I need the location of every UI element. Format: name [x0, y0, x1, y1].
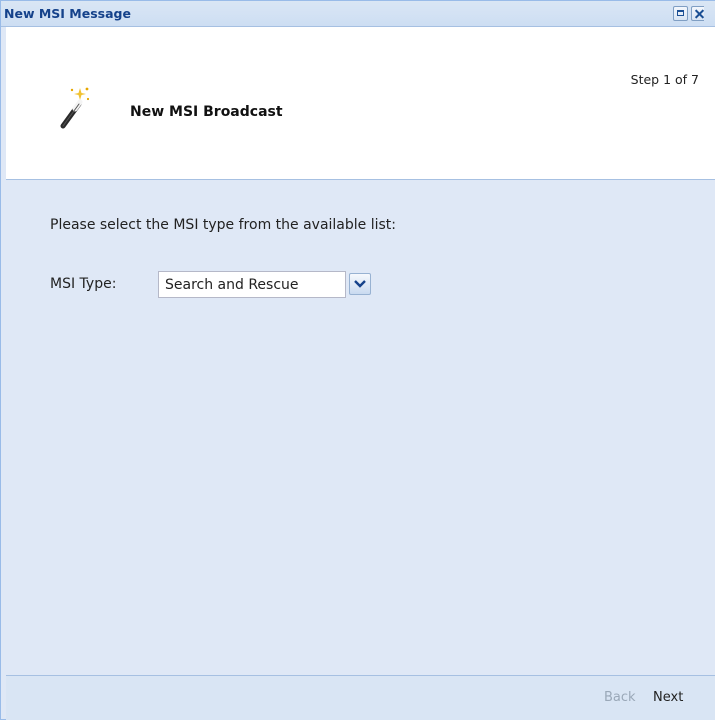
- next-button[interactable]: Next: [653, 690, 683, 705]
- wizard-body: Please select the MSI type from the avai…: [6, 180, 715, 674]
- wizard-header: New MSI Broadcast Step 1 of 7: [6, 27, 715, 180]
- msi-type-input[interactable]: [158, 271, 346, 298]
- instruction-text: Please select the MSI type from the avai…: [50, 217, 397, 233]
- window-title: New MSI Message: [4, 6, 131, 21]
- wizard-footer: Back Next: [6, 675, 715, 720]
- step-indicator: Step 1 of 7: [630, 72, 699, 87]
- back-button[interactable]: Back: [604, 690, 636, 705]
- maximize-icon[interactable]: [673, 6, 688, 21]
- window-titlebar[interactable]: New MSI Message: [1, 1, 715, 27]
- chevron-down-icon[interactable]: [349, 273, 371, 295]
- wizard-window: New MSI Message New MSI Broadcast Step 1…: [0, 0, 715, 720]
- close-icon[interactable]: [691, 6, 704, 21]
- msi-type-label: MSI Type:: [50, 276, 117, 292]
- magic-wand-icon: [60, 87, 90, 129]
- wizard-heading: New MSI Broadcast: [130, 104, 283, 120]
- msi-type-combobox[interactable]: [158, 271, 372, 298]
